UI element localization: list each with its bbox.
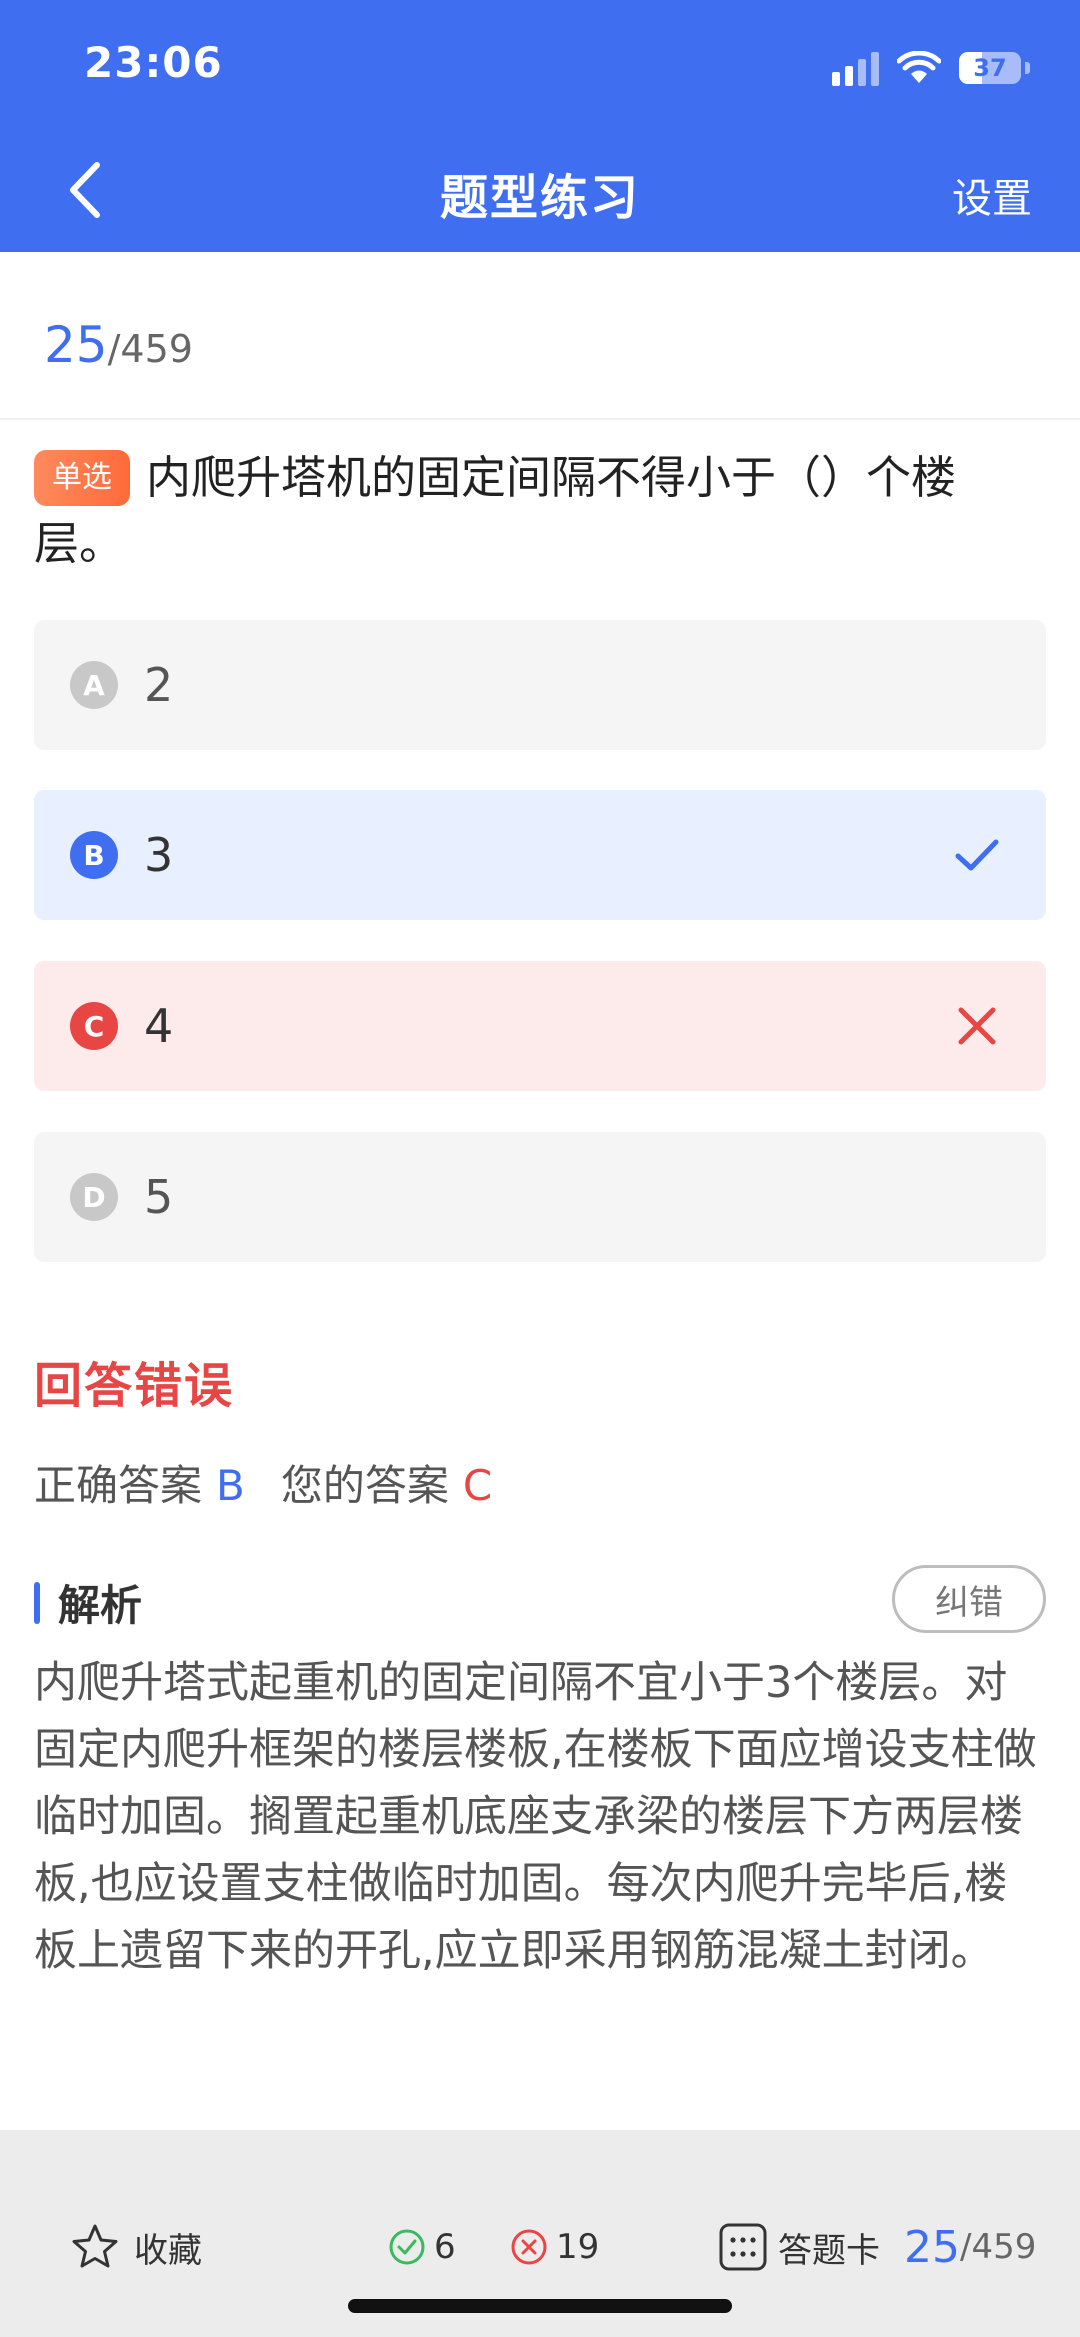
- question: 单选 内爬升塔机的固定间隔不得小于（）个楼层。: [34, 445, 1044, 577]
- question-text: 内爬升塔机的固定间隔不得小于（）个楼层。: [34, 451, 957, 570]
- question-type-tag: 单选: [34, 450, 130, 506]
- option-letter: C: [70, 1002, 118, 1050]
- question-progress: 25/459: [44, 316, 193, 374]
- answer-card-button[interactable]: 答题卡: [718, 2210, 880, 2284]
- header: 23:06 37 题型练习 设置: [0, 0, 1080, 252]
- option-c[interactable]: C 4: [34, 961, 1046, 1091]
- correct-answer-value: B: [216, 1461, 245, 1510]
- wifi-icon: [897, 51, 941, 83]
- progress-total: /459: [107, 327, 193, 371]
- settings-button[interactable]: 设置: [952, 166, 1032, 224]
- grid-icon: [719, 2223, 767, 2271]
- result-title: 回答错误: [34, 1358, 235, 1414]
- option-text: 4: [144, 999, 174, 1053]
- option-d[interactable]: D 5: [34, 1132, 1046, 1262]
- check-circle-icon: [389, 2229, 425, 2265]
- option-letter: B: [70, 831, 118, 879]
- home-indicator: [348, 2299, 732, 2313]
- wrong-count-value: 19: [556, 2227, 600, 2267]
- cellular-signal-icon: [832, 50, 879, 86]
- right-count: 6: [388, 2210, 456, 2284]
- bottom-progress: 25/459: [904, 2210, 1036, 2284]
- check-icon: [955, 839, 999, 871]
- battery-cap: [1025, 62, 1030, 74]
- status-time: 23:06: [84, 38, 223, 87]
- option-letter: D: [70, 1173, 118, 1221]
- your-answer-label: 您的答案: [280, 1461, 449, 1510]
- analysis-title: 解析: [58, 1581, 143, 1630]
- option-text: 3: [144, 828, 174, 882]
- analysis-accent-bar: [34, 1581, 40, 1624]
- x-circle-icon: [511, 2229, 547, 2265]
- option-a[interactable]: A 2: [34, 620, 1046, 750]
- correct-answer-label: 正确答案: [34, 1461, 203, 1510]
- progress-current: 25: [44, 316, 108, 374]
- page-title: 题型练习: [439, 170, 640, 226]
- favorite-button[interactable]: 收藏: [70, 2210, 202, 2284]
- close-icon: [958, 1007, 996, 1045]
- wrong-count: 19: [510, 2210, 599, 2284]
- right-count-value: 6: [434, 2227, 456, 2267]
- option-text: 5: [144, 1170, 174, 1224]
- divider: [0, 418, 1080, 420]
- star-icon: [72, 2224, 118, 2268]
- analysis-text: 内爬升塔式起重机的固定间隔不宜小于3个楼层。对固定内爬升框架的楼层楼板,在楼板下…: [34, 1658, 1037, 1976]
- battery-level: 37: [973, 54, 1007, 82]
- analysis-header: 解析: [34, 1572, 142, 1633]
- option-b[interactable]: B 3: [34, 790, 1046, 920]
- bottom-progress-current: 25: [904, 2221, 960, 2273]
- answer-summary: 正确答案 B 您的答案 C: [34, 1452, 492, 1513]
- report-error-button[interactable]: 纠错: [892, 1565, 1046, 1633]
- option-letter: A: [70, 661, 118, 709]
- battery-icon: 37: [959, 52, 1021, 84]
- your-answer-value: C: [462, 1461, 493, 1510]
- status-icons: 37: [832, 46, 1030, 90]
- favorite-label: 收藏: [134, 2230, 202, 2271]
- answer-card-label: 答题卡: [778, 2230, 880, 2271]
- option-text: 2: [144, 658, 174, 712]
- bottom-progress-total: /459: [960, 2227, 1037, 2267]
